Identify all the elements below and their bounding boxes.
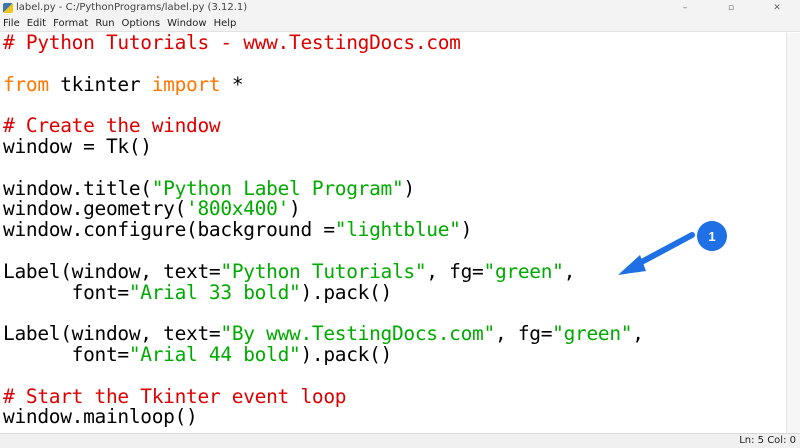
code-token-plain: window.mainloop() [3,405,198,429]
code-token-plain: tkinter [48,72,152,96]
code-token-keyword: from [3,72,49,96]
code-line: window = Tk() [0,134,786,158]
code-token-plain: ).pack() [300,280,392,304]
code-line: font="Arial 44 bold").pack() [0,342,786,366]
code-line: Label(window, text="By www.TestingDocs.c… [0,322,786,346]
code-token-keyword: import [151,72,221,96]
code-token-plain: ) [460,218,473,242]
annotation-arrow-icon [618,232,695,275]
code-token-string: "green" [483,259,564,283]
menu-help[interactable]: Help [214,16,237,32]
minimize-button[interactable]: – [662,0,708,16]
menu-options[interactable]: Options [122,16,161,32]
code-line: ​ [0,157,786,179]
code-token-plain: , [563,259,576,283]
menu-format[interactable]: Format [53,16,88,32]
status-bar: Ln: 5 Col: 0 [0,433,800,448]
menu-edit[interactable]: Edit [27,16,46,32]
code-token-string: '800x400' [186,197,290,221]
code-token-string: "Arial 33 bold" [128,280,301,304]
python-idle-icon [3,3,13,13]
title-bar[interactable]: label.py - C:/PythonPrograms/label.py (3… [0,0,800,16]
annotation-badge: 1 [697,221,727,251]
code-token-plain: window.geometry( [3,197,187,221]
code-token-plain: font= [3,280,130,304]
code-token-plain: ) [403,176,415,200]
code-token-plain: font= [3,342,130,366]
code-line: # Start the Tkinter event loop [0,384,786,408]
code-line: window.title("Python Label Program") [0,176,786,200]
code-token-string: "Arial 44 bold" [128,342,301,366]
code-line: ​ [0,365,786,387]
maximize-button[interactable]: ▫ [708,0,754,16]
code-line: ​ [0,95,786,116]
menu-bar: File Edit Format Run Options Window Help [0,16,800,32]
code-token-plain: , fg= [494,322,553,346]
code-line: from tkinter import * [0,72,786,96]
code-line: # Python Tutorials - www.TestingDocs.com [0,33,786,54]
code-token-plain: Label(window, text= [3,259,221,283]
code-token-plain: window.configure(background = [3,218,335,242]
code-line: window.mainloop() [0,405,786,429]
menu-window[interactable]: Window [167,16,206,32]
code-token-comment: # Start the Tkinter event loop [3,384,347,408]
menu-file[interactable]: File [3,16,20,32]
menu-run[interactable]: Run [95,16,114,32]
code-token-plain: window.title( [3,176,152,200]
close-button[interactable]: ✕ [754,0,800,16]
code-line: # Create the window [0,114,786,138]
code-token-plain: Label(window, text= [3,322,221,346]
vertical-scrollbar[interactable] [786,33,800,433]
code-line: ​ [0,303,786,324]
window-controls: – ▫ ✕ [662,0,800,16]
code-line: ​ [0,53,786,75]
code-token-string: "By www.TestingDocs.com" [220,322,495,346]
code-token-plain: ) [289,197,301,221]
code-token-plain: * [220,72,244,96]
code-token-comment: # Python Tutorials - www.TestingDocs.com [3,33,461,54]
code-token-plain: , [632,322,644,346]
code-token-string: "lightblue" [334,218,461,242]
code-token-string: "Python Tutorials" [220,259,427,283]
code-token-plain: , fg= [426,259,484,283]
code-line: font="Arial 33 bold").pack() [0,280,786,304]
code-token-string: "green" [552,322,633,346]
cursor-position: Ln: 5 Col: 0 [739,435,796,446]
code-token-string: "Python Label Program" [151,176,404,200]
code-token-plain: window = Tk() [3,134,152,158]
code-line: window.geometry('800x400') [0,197,786,221]
window-title: label.py - C:/PythonPrograms/label.py (3… [16,2,248,13]
code-token-comment: # Create the window [3,114,221,138]
code-token-plain: ).pack() [300,342,392,366]
